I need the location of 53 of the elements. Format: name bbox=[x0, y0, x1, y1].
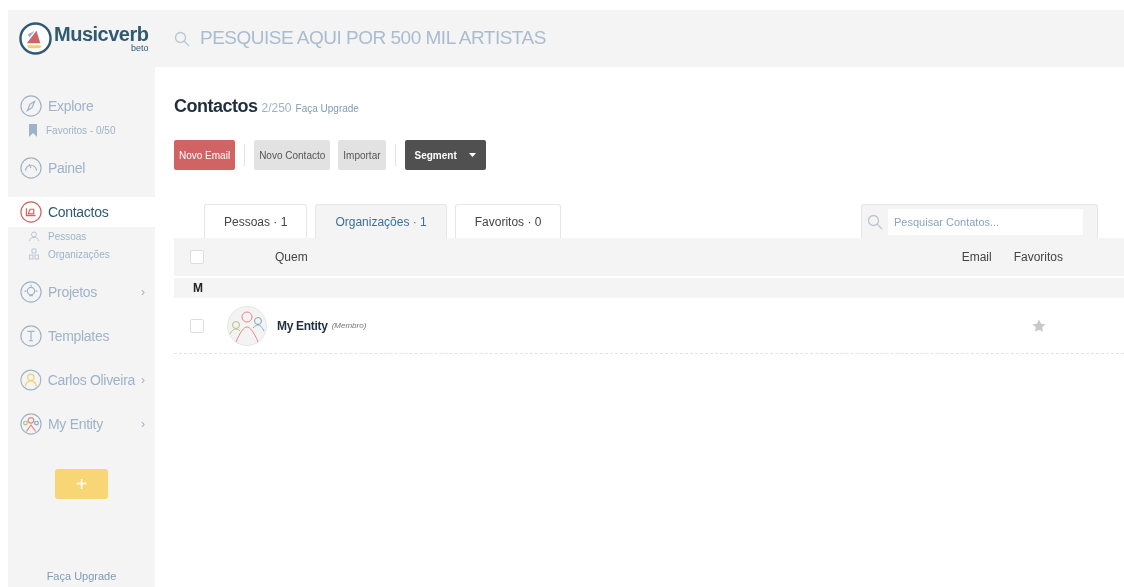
sidebar-subitem[interactable]: Organizações bbox=[8, 245, 155, 263]
brand-tag: beto bbox=[130, 44, 149, 53]
sidebar-item[interactable]: Projetos › bbox=[8, 277, 155, 307]
action-button[interactable]: Importar bbox=[338, 140, 386, 170]
segment-dropdown[interactable]: Segment bbox=[404, 140, 486, 170]
chevron-icon: › bbox=[141, 371, 145, 389]
checkbox[interactable] bbox=[190, 250, 204, 264]
sidebar-subitem[interactable]: Favoritos - 0/50 bbox=[8, 121, 155, 139]
column-header: Favoritos bbox=[1013, 249, 1063, 266]
chevron-icon: › bbox=[141, 283, 145, 301]
upgrade-link[interactable]: Faça Upgrade bbox=[295, 101, 359, 116]
tab[interactable]: Organizações · 1 bbox=[315, 204, 447, 238]
contacts-icon bbox=[20, 201, 42, 223]
bookmark-icon bbox=[28, 123, 38, 137]
brand-name: Musicverb bbox=[54, 24, 149, 44]
add-button[interactable]: + bbox=[55, 469, 108, 499]
tab[interactable]: Favoritos · 0 bbox=[454, 204, 562, 238]
sidebar-item[interactable]: Contactos bbox=[8, 197, 155, 227]
contact-name[interactable]: My Entity bbox=[277, 316, 328, 335]
caret-icon bbox=[468, 153, 476, 157]
search-icon bbox=[174, 30, 190, 47]
tab[interactable]: Pessoas · 1 bbox=[204, 204, 308, 238]
sidebar-item[interactable]: Carlos Oliveira › bbox=[8, 365, 155, 395]
compass-icon bbox=[20, 95, 42, 117]
contact-search-field[interactable]: Pesquisar Contatos... bbox=[861, 204, 1098, 238]
sidebar-item[interactable]: Templates bbox=[8, 321, 155, 351]
page-title: Contactos bbox=[174, 95, 258, 118]
column-header: Quem bbox=[275, 249, 309, 266]
artist-search-field[interactable]: PESQUISE AQUI POR 500 MIL ARTISTAS bbox=[200, 24, 700, 53]
star-icon[interactable] bbox=[1032, 318, 1046, 333]
organization-icon bbox=[28, 248, 40, 260]
person-icon bbox=[28, 230, 40, 242]
chevron-icon: › bbox=[141, 415, 145, 433]
sidebar-subitem[interactable]: Pessoas bbox=[8, 227, 155, 245]
column-header: Email bbox=[961, 249, 992, 266]
upgrade-link[interactable]: Faça Upgrade bbox=[8, 567, 155, 584]
template-icon bbox=[20, 325, 42, 347]
user-avatar-icon bbox=[20, 369, 42, 391]
sidebar-item[interactable]: My Entity › bbox=[8, 409, 155, 439]
group-avatar-icon bbox=[227, 305, 267, 346]
lightbulb-icon bbox=[20, 281, 42, 303]
contact-role: (Membro) bbox=[331, 319, 367, 332]
gauge-icon bbox=[20, 157, 42, 179]
checkbox[interactable] bbox=[190, 318, 204, 333]
group-header: M bbox=[174, 278, 1124, 298]
contact-count: 2/250 bbox=[261, 100, 292, 117]
sidebar-item[interactable]: Explore bbox=[8, 91, 155, 121]
logo-icon bbox=[19, 22, 52, 55]
search-icon bbox=[867, 213, 883, 230]
action-button[interactable]: Novo Contacto bbox=[254, 140, 331, 170]
group-avatar-icon bbox=[20, 413, 42, 435]
action-button[interactable]: Novo Email bbox=[174, 140, 236, 170]
sidebar-item[interactable]: Painel bbox=[8, 153, 155, 183]
